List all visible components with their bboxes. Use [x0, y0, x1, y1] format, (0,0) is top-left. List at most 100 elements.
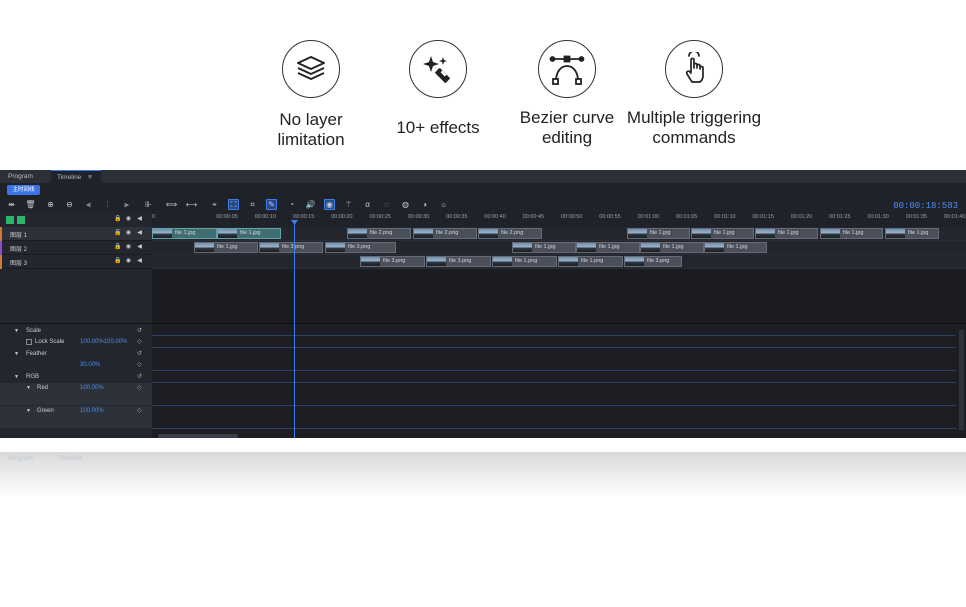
layer-row[interactable]: 图层 1 🔒 ◉ ◀ [0, 227, 152, 241]
eye-icon[interactable]: ◉ [125, 230, 132, 237]
prop-scale[interactable]: ▼ Scale ↺ [0, 326, 152, 337]
timeline-clip[interactable]: file 1.jpg [691, 228, 754, 239]
alpha-icon[interactable]: α [362, 199, 373, 210]
prop-feather-value[interactable]: 30.00% ◇ [0, 360, 152, 371]
lock-scale-checkbox[interactable] [26, 339, 32, 345]
contrast-icon[interactable]: ◑ [419, 199, 430, 210]
timeline-clip[interactable]: file 1.jpg [885, 228, 939, 239]
eye-icon[interactable]: ◉ [125, 216, 132, 223]
reset-icon[interactable]: ↺ [137, 373, 142, 380]
chevron-down-icon[interactable]: ▼ [14, 328, 19, 334]
palette-icon[interactable]: ◉ [324, 199, 335, 210]
prop-value[interactable]: 100.00% [80, 408, 104, 414]
timeline-clip[interactable]: file 1.jpg [576, 242, 640, 253]
reset-icon[interactable]: ↺ [137, 327, 142, 334]
timeline-clip[interactable]: file 1.jpg [640, 242, 704, 253]
prop-green[interactable]: ▼ Green 100.00% ◇ [0, 406, 152, 428]
playhead[interactable] [294, 222, 295, 438]
timeline-clip[interactable]: file 2.png [413, 228, 477, 239]
timeline-clip[interactable]: file 1.jpg [194, 242, 258, 253]
eye-icon[interactable]: ◉ [125, 258, 132, 265]
timeline-clip[interactable]: file 3.png [259, 242, 323, 253]
delete-icon[interactable]: 🗑 [25, 199, 36, 210]
eye-icon[interactable]: ◉ [125, 244, 132, 251]
mask-icon[interactable]: ◔ [286, 199, 297, 210]
layer-name: 图层 1 [10, 233, 28, 239]
timeline-clip[interactable]: file 1.jpg [217, 228, 281, 239]
vertical-scrollbar[interactable] [959, 330, 964, 430]
prop-rgb[interactable]: ▼ RGB ↺ [0, 372, 152, 383]
crop-icon[interactable]: ⌗ [247, 199, 258, 210]
speaker-icon[interactable]: ◀ [136, 258, 143, 265]
layer-row[interactable]: 图层 2 🔒 ◉ ◀ [0, 241, 152, 255]
timeline-clip[interactable]: file 3.png [624, 256, 682, 267]
lock-icon[interactable]: 🔒 [114, 258, 121, 265]
split-icon[interactable]: ⇹ [6, 199, 17, 210]
prop-feather[interactable]: ▼ Feather ↺ [0, 349, 152, 360]
align-left-icon[interactable]: ⫷ [83, 199, 94, 210]
tab-program[interactable]: Program [2, 170, 39, 183]
horizontal-scrollbar[interactable] [158, 434, 238, 438]
timeline-clip[interactable]: file 1.jpg [755, 228, 818, 239]
distribute-icon[interactable]: ⊪ [143, 199, 154, 210]
timeline-clip[interactable]: file 3.png [360, 256, 425, 267]
prop-red[interactable]: ▼ Red 100.00% ◇ [0, 383, 152, 405]
lock-icon[interactable]: 🔒 [114, 216, 121, 223]
keyframe-icon[interactable]: ◇ [137, 361, 142, 368]
timeline-clip[interactable]: file 3.png [325, 242, 396, 253]
keyframe-icon[interactable]: ◇ [137, 407, 142, 414]
circle-dash-icon[interactable]: ◌ [381, 199, 392, 210]
chevron-down-icon[interactable]: ▼ [26, 408, 31, 414]
tab-timeline[interactable]: Timeline ≡ [51, 170, 101, 183]
ruler-tick-label: 00:00:20 [331, 214, 353, 220]
timeline-clip[interactable]: file 1.jpg [820, 228, 883, 239]
timeline-clip[interactable]: file 1.jpg [704, 242, 767, 253]
chevron-down-icon[interactable]: ▼ [26, 385, 31, 391]
reset-icon[interactable]: ↺ [137, 350, 142, 357]
keyframe-lane [152, 335, 956, 336]
main-timeline-button[interactable]: 主时间线 [7, 185, 40, 195]
track-row[interactable]: file 3.png file 3.png file 1.png file 1.png… [152, 255, 966, 269]
align-center-icon[interactable]: ⫶ [102, 199, 113, 210]
location-icon[interactable]: ⌖ [209, 199, 220, 210]
prop-value[interactable]: 30.00% [80, 362, 100, 368]
timeline-clip[interactable]: file 3.png [426, 256, 491, 267]
chevron-down-icon[interactable]: ▼ [14, 374, 19, 380]
zoom-out-icon[interactable]: ⊖ [64, 199, 75, 210]
timeline-clip[interactable]: file 1.png [492, 256, 557, 267]
shrink-icon[interactable]: ⟷ [186, 199, 197, 210]
chevron-down-icon[interactable]: ▼ [14, 351, 19, 357]
track-area[interactable]: file 1.jpg file 1.jpg file 2.png file 2.png… [152, 227, 966, 323]
align-right-icon[interactable]: ⫸ [121, 199, 132, 210]
audio-icon[interactable]: 🔊 [305, 199, 316, 210]
track-row[interactable]: file 1.jpg file 3.png file 3.png file 1.jpg… [152, 241, 966, 255]
menu-icon[interactable]: ≡ [88, 174, 92, 181]
prop-value[interactable]: 100.00% [80, 385, 104, 391]
timeline-clip[interactable]: file 2.png [478, 228, 542, 239]
wand-icon[interactable]: ⚚ [343, 199, 354, 210]
property-track-area[interactable] [152, 323, 966, 438]
prop-value[interactable]: 100.00%100.00% [80, 339, 127, 345]
timeline-clip[interactable]: file 2.png [347, 228, 411, 239]
lock-icon[interactable]: 🔒 [114, 244, 121, 251]
speaker-icon[interactable]: ◀ [136, 230, 143, 237]
speaker-icon[interactable]: ◀ [136, 216, 143, 223]
timeline-clip[interactable]: file 1.jpg [512, 242, 576, 253]
drop-icon[interactable]: ◍ [400, 199, 411, 210]
expand-icon[interactable]: ⟺ [166, 199, 177, 210]
speaker-icon[interactable]: ◀ [136, 244, 143, 251]
timeline-clip[interactable]: file 1.jpg [152, 228, 217, 239]
track-row[interactable]: file 1.jpg file 1.jpg file 2.png file 2.png… [152, 227, 966, 241]
lock-icon[interactable]: 🔒 [114, 230, 121, 237]
timeline-clip[interactable]: file 1.png [558, 256, 623, 267]
brightness-icon[interactable]: ☼ [438, 199, 449, 210]
pen-icon[interactable]: ✎ [266, 199, 277, 210]
time-ruler[interactable]: 0 00:00:05 00:00:10 00:00:15 00:00:20 00:00:2… [152, 213, 966, 228]
prop-lock-scale[interactable]: Lock Scale 100.00%100.00% ◇ [0, 337, 152, 348]
zoom-in-icon[interactable]: ⊕ [45, 199, 56, 210]
timeline-clip[interactable]: file 1.jpg [627, 228, 690, 239]
keyframe-icon[interactable]: ◇ [137, 384, 142, 391]
keyframe-icon[interactable]: ◇ [137, 338, 142, 345]
layer-row[interactable]: 图层 3 🔒 ◉ ◀ [0, 255, 152, 269]
fit-icon[interactable]: ⛶ [228, 199, 239, 210]
